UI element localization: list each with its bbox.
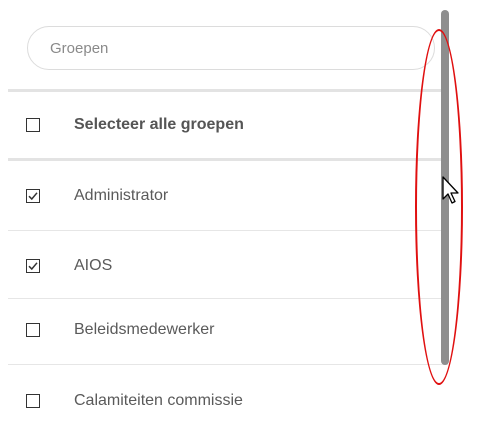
- select-all-label: Selecteer alle groepen: [74, 116, 244, 133]
- group-item[interactable]: Calamiteiten commissie: [8, 366, 448, 436]
- select-all-checkbox[interactable]: [26, 118, 40, 132]
- row-divider: [8, 364, 448, 365]
- group-checkbox[interactable]: [26, 259, 40, 273]
- group-item[interactable]: Beleidsmedewerker: [8, 295, 448, 365]
- group-item[interactable]: Administrator: [8, 161, 448, 231]
- group-search-input[interactable]: [48, 38, 434, 58]
- group-item[interactable]: AIOS: [8, 231, 448, 301]
- group-label: AIOS: [74, 257, 113, 274]
- group-label: Administrator: [74, 187, 169, 204]
- group-checkbox[interactable]: [26, 323, 40, 337]
- select-all-row[interactable]: Selecteer alle groepen: [8, 90, 448, 160]
- mouse-pointer-icon: [442, 176, 459, 204]
- checkmark-icon: [28, 192, 38, 201]
- group-checkbox[interactable]: [26, 394, 40, 408]
- group-label: Calamiteiten commissie: [74, 392, 243, 409]
- group-label: Beleidsmedewerker: [74, 321, 215, 338]
- group-search-field[interactable]: [27, 26, 435, 70]
- checkmark-icon: [28, 262, 38, 271]
- group-checkbox[interactable]: [26, 189, 40, 203]
